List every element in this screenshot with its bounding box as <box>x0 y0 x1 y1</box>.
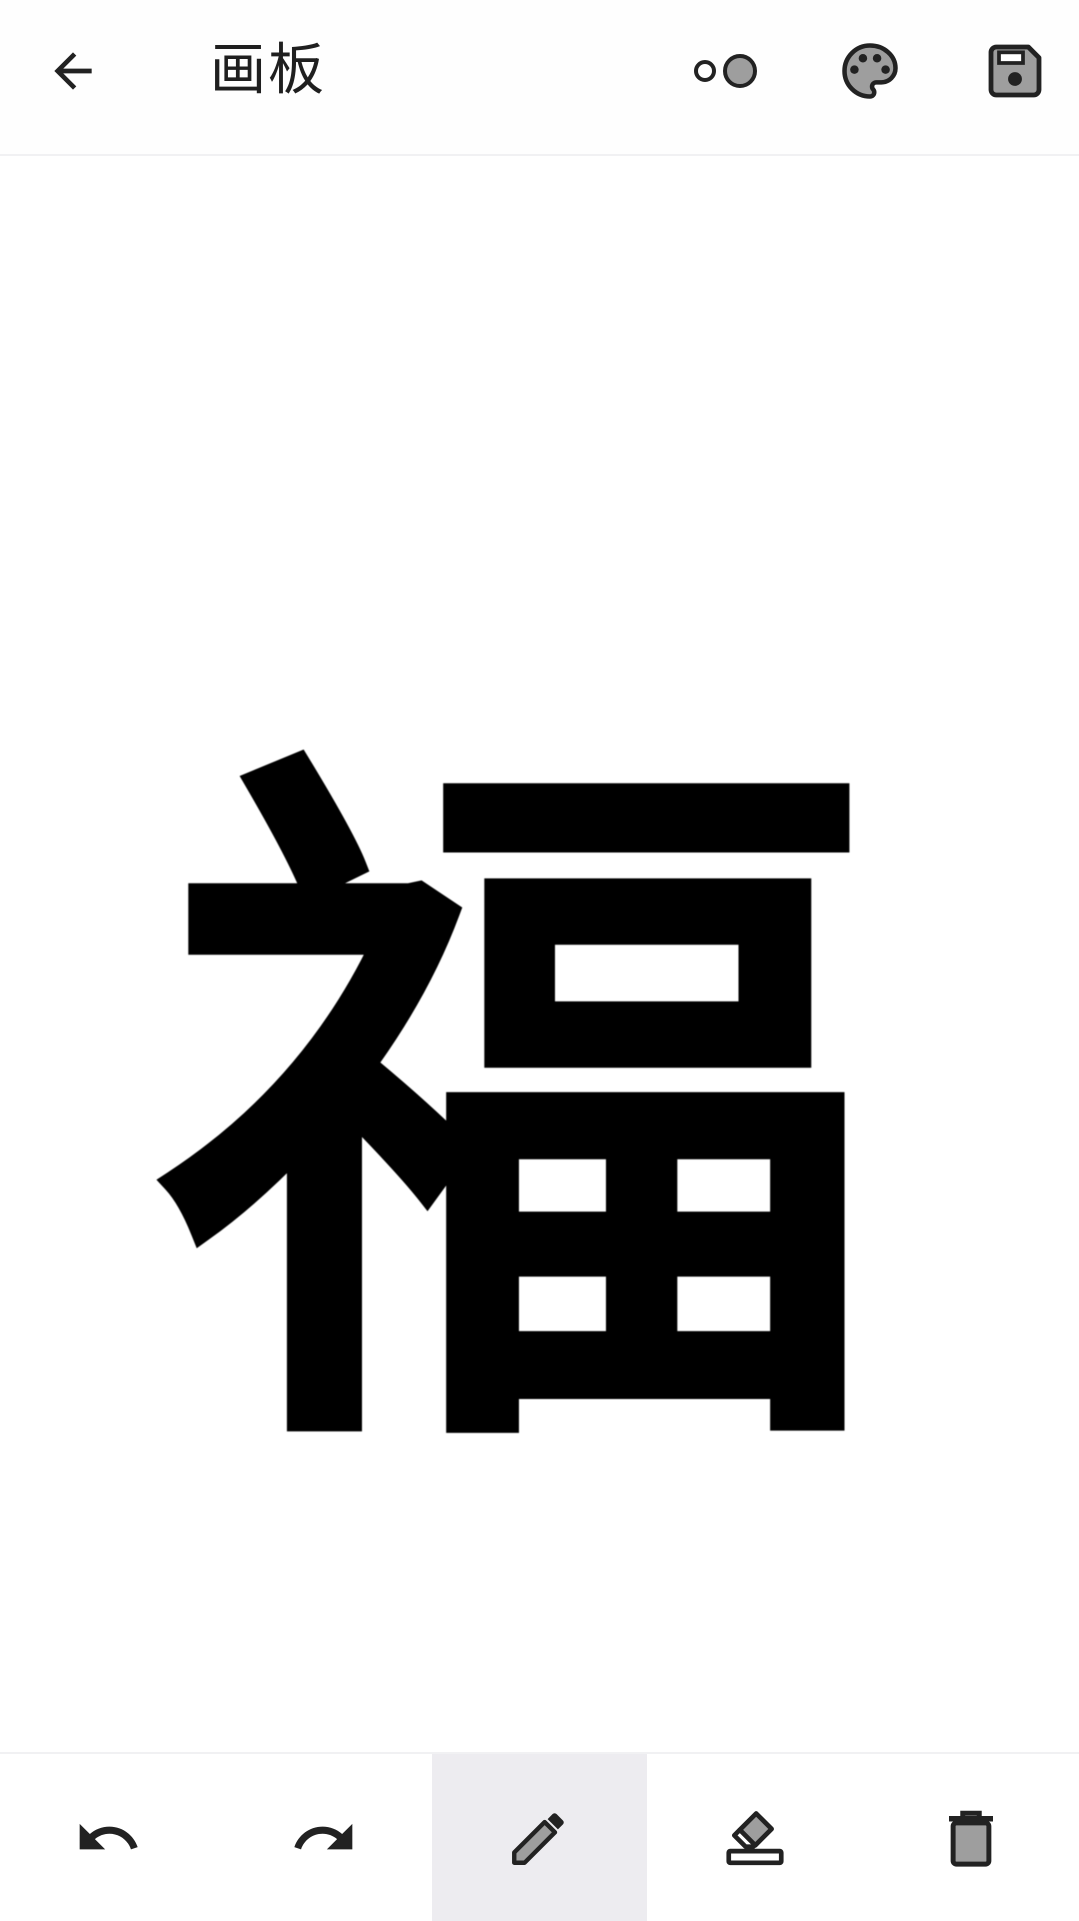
pencil-icon <box>506 1805 572 1871</box>
redo-button[interactable] <box>216 1754 432 1921</box>
canvas-drawing: 福 <box>160 688 880 1534</box>
eraser-button[interactable] <box>647 1754 863 1921</box>
eraser-icon <box>720 1803 790 1873</box>
tool-bar <box>0 1752 1079 1921</box>
clear-button[interactable] <box>863 1754 1079 1921</box>
undo-button[interactable] <box>0 1754 216 1921</box>
back-button[interactable] <box>28 26 118 116</box>
redo-icon <box>290 1804 358 1872</box>
trash-icon <box>938 1805 1004 1871</box>
palette-button[interactable] <box>825 26 915 116</box>
brush-size-icon <box>681 49 761 93</box>
arrow-left-icon <box>45 43 101 99</box>
undo-icon <box>74 1804 142 1872</box>
brush-size-button[interactable] <box>676 26 766 116</box>
save-button[interactable] <box>970 26 1060 116</box>
app-bar: 画板 <box>0 0 1079 156</box>
save-icon <box>983 39 1047 103</box>
drawing-canvas[interactable]: 福 <box>0 156 1079 1752</box>
pencil-button[interactable] <box>431 1754 648 1921</box>
page-title: 画板 <box>210 38 326 103</box>
palette-icon <box>836 37 904 105</box>
